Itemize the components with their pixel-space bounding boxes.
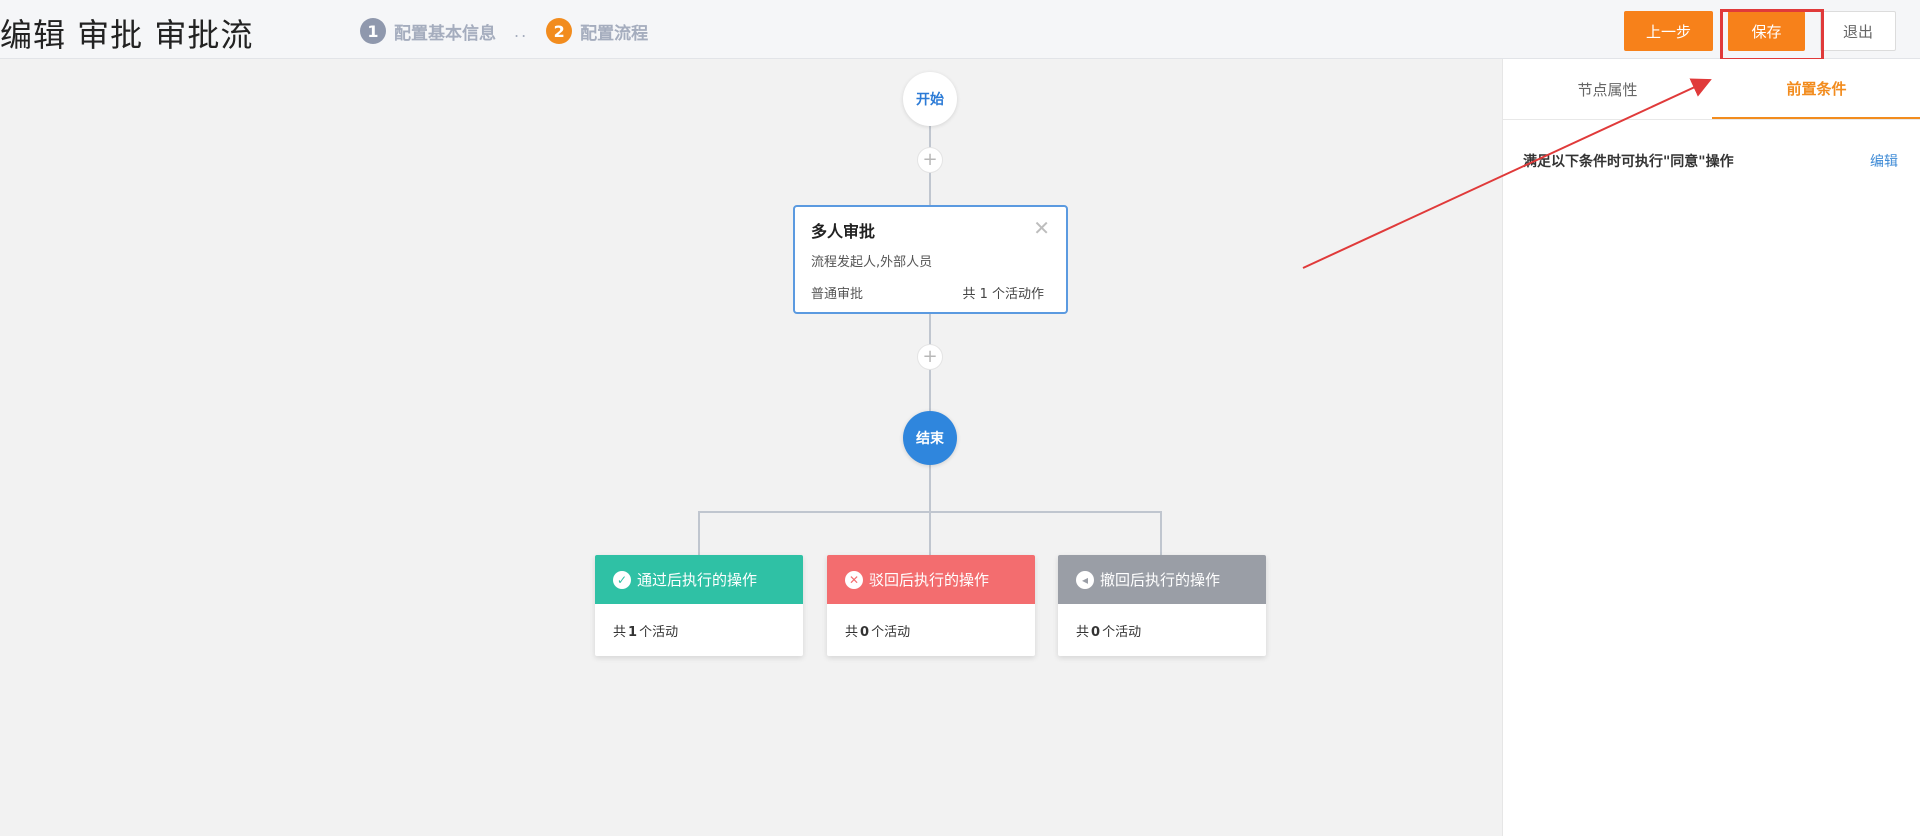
flow-canvas: 开始 + 多人审批 ✕ 流程发起人,外部人员 普通审批 共 1 个活动作 + 结…: [0, 59, 1502, 836]
step-number-2: 2: [546, 18, 573, 44]
reject-action-card[interactable]: ✕ 驳回后执行的操作 共 0 个活动: [827, 555, 1035, 656]
step-basic-info[interactable]: 1 配置基本信息: [360, 18, 496, 44]
activity-count: 0: [1091, 625, 1101, 640]
count-prefix: 共: [1076, 625, 1090, 640]
action-card-title: 通过后执行的操作: [637, 571, 758, 589]
check-circle-icon: ✓: [613, 570, 631, 589]
action-card-title: 撤回后执行的操作: [1100, 571, 1221, 589]
approval-type: 普通审批: [811, 287, 864, 302]
approval-node-title: 多人审批: [811, 222, 876, 241]
step-label: 配置基本信息: [394, 23, 496, 44]
action-card-body: 共 0 个活动: [1058, 604, 1266, 640]
page-title: 编辑 审批 审批流: [0, 16, 254, 54]
step-config-flow[interactable]: 2 配置流程: [546, 18, 648, 44]
step-indicator: 1 配置基本信息 .. 2 配置流程: [360, 18, 648, 44]
count-suffix: 个活动: [1102, 625, 1142, 640]
approval-participants: 流程发起人,外部人员: [811, 255, 933, 270]
add-node-button[interactable]: +: [917, 147, 943, 173]
prev-step-button[interactable]: 上一步: [1624, 11, 1713, 51]
save-button[interactable]: 保存: [1728, 11, 1805, 51]
condition-description: 满足以下条件时可执行"同意"操作: [1523, 154, 1734, 170]
approval-activity-count: 共 1 个活动作: [962, 287, 1044, 302]
start-node[interactable]: 开始: [903, 72, 957, 126]
properties-panel: 节点属性 前置条件 满足以下条件时可执行"同意"操作 编辑: [1502, 59, 1920, 836]
connector-line: [698, 511, 700, 555]
exit-button[interactable]: 退出: [1820, 11, 1896, 51]
back-circle-icon: ◂: [1076, 570, 1094, 589]
action-card-header: ◂ 撤回后执行的操作: [1058, 555, 1266, 604]
close-icon[interactable]: ✕: [1033, 216, 1050, 240]
approval-node-card[interactable]: 多人审批 ✕ 流程发起人,外部人员 普通审批 共 1 个活动作: [793, 205, 1068, 314]
tab-node-properties[interactable]: 节点属性: [1503, 59, 1712, 119]
activity-count: 0: [860, 625, 870, 640]
close-circle-icon: ✕: [845, 570, 863, 589]
step-label: 配置流程: [580, 23, 649, 44]
step-number-1: 1: [360, 18, 386, 44]
branch-line: [698, 511, 1162, 513]
step-separator: ..: [514, 21, 529, 41]
add-node-button[interactable]: +: [917, 344, 943, 370]
tab-preconditions[interactable]: 前置条件: [1712, 59, 1920, 119]
count-prefix: 共: [613, 625, 627, 640]
panel-tabs: 节点属性 前置条件: [1503, 59, 1920, 120]
activity-count: 1: [628, 625, 638, 640]
pass-action-card[interactable]: ✓ 通过后执行的操作 共 1 个活动: [595, 555, 803, 656]
action-card-header: ✕ 驳回后执行的操作: [827, 555, 1035, 604]
edit-condition-link[interactable]: 编辑: [1870, 151, 1898, 171]
action-card-body: 共 1 个活动: [595, 604, 803, 640]
top-header: 编辑 审批 审批流 1 配置基本信息 .. 2 配置流程 上一步 保存 退出: [0, 0, 1920, 61]
connector-line: [929, 465, 931, 555]
end-node[interactable]: 结束: [903, 411, 957, 465]
connector-line: [1160, 511, 1162, 555]
action-card-title: 驳回后执行的操作: [869, 571, 990, 589]
withdraw-action-card[interactable]: ◂ 撤回后执行的操作 共 0 个活动: [1058, 555, 1266, 656]
count-suffix: 个活动: [639, 625, 679, 640]
action-card-header: ✓ 通过后执行的操作: [595, 555, 803, 604]
action-card-body: 共 0 个活动: [827, 604, 1035, 640]
count-prefix: 共: [845, 625, 859, 640]
count-suffix: 个活动: [871, 625, 911, 640]
